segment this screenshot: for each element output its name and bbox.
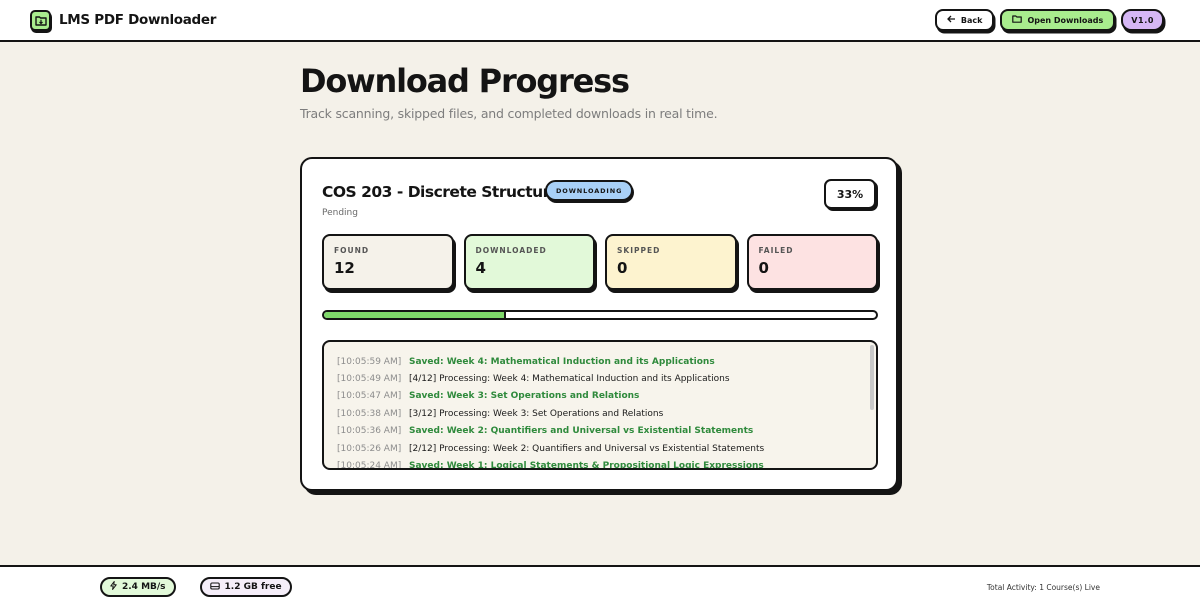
hard-drive-icon (209, 581, 220, 593)
log-timestamp: [10:05:24 AM] (337, 461, 402, 470)
log-message: [3/12] Processing: Week 3: Set Operation… (409, 408, 664, 419)
log-message: [2/12] Processing: Week 2: Quantifiers a… (409, 443, 765, 454)
stat-downloaded-value: 4 (475, 259, 486, 277)
stats-row: FOUND 12 DOWNLOADED 4 SKIPPED 0 FAILED 0 (322, 234, 878, 290)
stat-downloaded-label: DOWNLOADED (475, 246, 547, 255)
header-actions: Back Open Downloads V1.0 (934, 9, 1164, 31)
activity-summary: Total Activity: 1 Course(s) Live (986, 582, 1100, 592)
log-message: Saved: Week 2: Quantifiers and Universal… (409, 426, 754, 437)
folder-download-icon (30, 9, 51, 31)
stat-found-value: 12 (334, 259, 355, 277)
log-entry: [10:05:59 AM] Saved: Week 4: Mathematical… (337, 353, 876, 370)
app-title: LMS PDF Downloader (59, 12, 217, 28)
status-badge: DOWNLOADING (545, 180, 634, 201)
log-timestamp: [10:05:38 AM] (337, 408, 402, 419)
stat-found: FOUND 12 (322, 234, 454, 290)
log-scrollbar[interactable] (870, 345, 874, 410)
course-progress-card: COS 203 - Discrete Structures DOWNLOADIN… (300, 157, 898, 491)
progress-bar (322, 310, 878, 320)
log-entry: [10:05:36 AM] Saved: Week 2: Quantifiers … (337, 423, 876, 440)
open-downloads-label: Open Downloads (1027, 15, 1104, 25)
log-entry: [10:05:38 AM] [3/12] Processing: Week 3: … (337, 405, 876, 422)
course-substatus: Pending (322, 208, 358, 218)
log-entry: [10:05:49 AM] [4/12] Processing: Week 4: … (337, 370, 876, 387)
activity-log[interactable]: [10:05:59 AM] Saved: Week 4: Mathematical… (322, 340, 878, 470)
stat-failed-value: 0 (758, 259, 769, 277)
log-message: Saved: Week 1: Logical Statements & Prop… (409, 461, 764, 470)
speed-value: 2.4 MB/s (122, 582, 166, 592)
open-downloads-button[interactable]: Open Downloads (1000, 9, 1116, 31)
lightning-icon (110, 581, 117, 593)
stat-failed-label: FAILED (758, 246, 794, 255)
brand: LMS PDF Downloader (30, 9, 217, 31)
stat-found-label: FOUND (334, 246, 370, 255)
log-message: [4/12] Processing: Week 4: Mathematical … (409, 374, 730, 385)
speed-indicator: 2.4 MB/s (100, 577, 176, 597)
stat-downloaded: DOWNLOADED 4 (463, 234, 595, 290)
disk-indicator: 1.2 GB free (199, 577, 292, 597)
log-entry: [10:05:24 AM] Saved: Week 1: Logical Stat… (337, 457, 876, 470)
course-name: COS 203 - Discrete Structures (322, 183, 569, 201)
progress-bar-fill (324, 312, 507, 318)
version-label: V1.0 (1131, 15, 1154, 25)
log-message: Saved: Week 3: Set Operations and Relati… (409, 391, 640, 402)
log-timestamp: [10:05:26 AM] (337, 443, 402, 454)
log-timestamp: [10:05:36 AM] (337, 426, 402, 437)
stat-failed: FAILED 0 (746, 234, 878, 290)
status-footer: 2.4 MB/s 1.2 GB free Total Activity: 1 C… (0, 565, 1200, 607)
percent-indicator: 33% (824, 179, 876, 209)
app-header: LMS PDF Downloader Back Open Downloads V… (0, 0, 1200, 42)
stat-skipped: SKIPPED 0 (605, 234, 737, 290)
log-entry: [10:05:47 AM] Saved: Week 3: Set Operatio… (337, 388, 876, 405)
log-timestamp: [10:05:47 AM] (337, 391, 402, 402)
version-badge[interactable]: V1.0 (1121, 9, 1164, 31)
log-timestamp: [10:05:59 AM] (337, 356, 402, 367)
arrow-left-icon (946, 15, 956, 25)
page-title: Download Progress (300, 62, 630, 100)
log-message: Saved: Week 4: Mathematical Induction an… (409, 356, 715, 367)
folder-icon (1012, 15, 1023, 25)
page-subtitle: Track scanning, skipped files, and compl… (300, 106, 718, 121)
log-entry: [10:05:26 AM] [2/12] Processing: Week 2: … (337, 440, 876, 457)
stat-skipped-value: 0 (617, 259, 628, 277)
log-timestamp: [10:05:49 AM] (337, 374, 402, 385)
back-button[interactable]: Back (934, 9, 995, 31)
disk-value: 1.2 GB free (224, 582, 282, 592)
back-button-label: Back (960, 15, 983, 25)
stat-skipped-label: SKIPPED (617, 246, 661, 255)
